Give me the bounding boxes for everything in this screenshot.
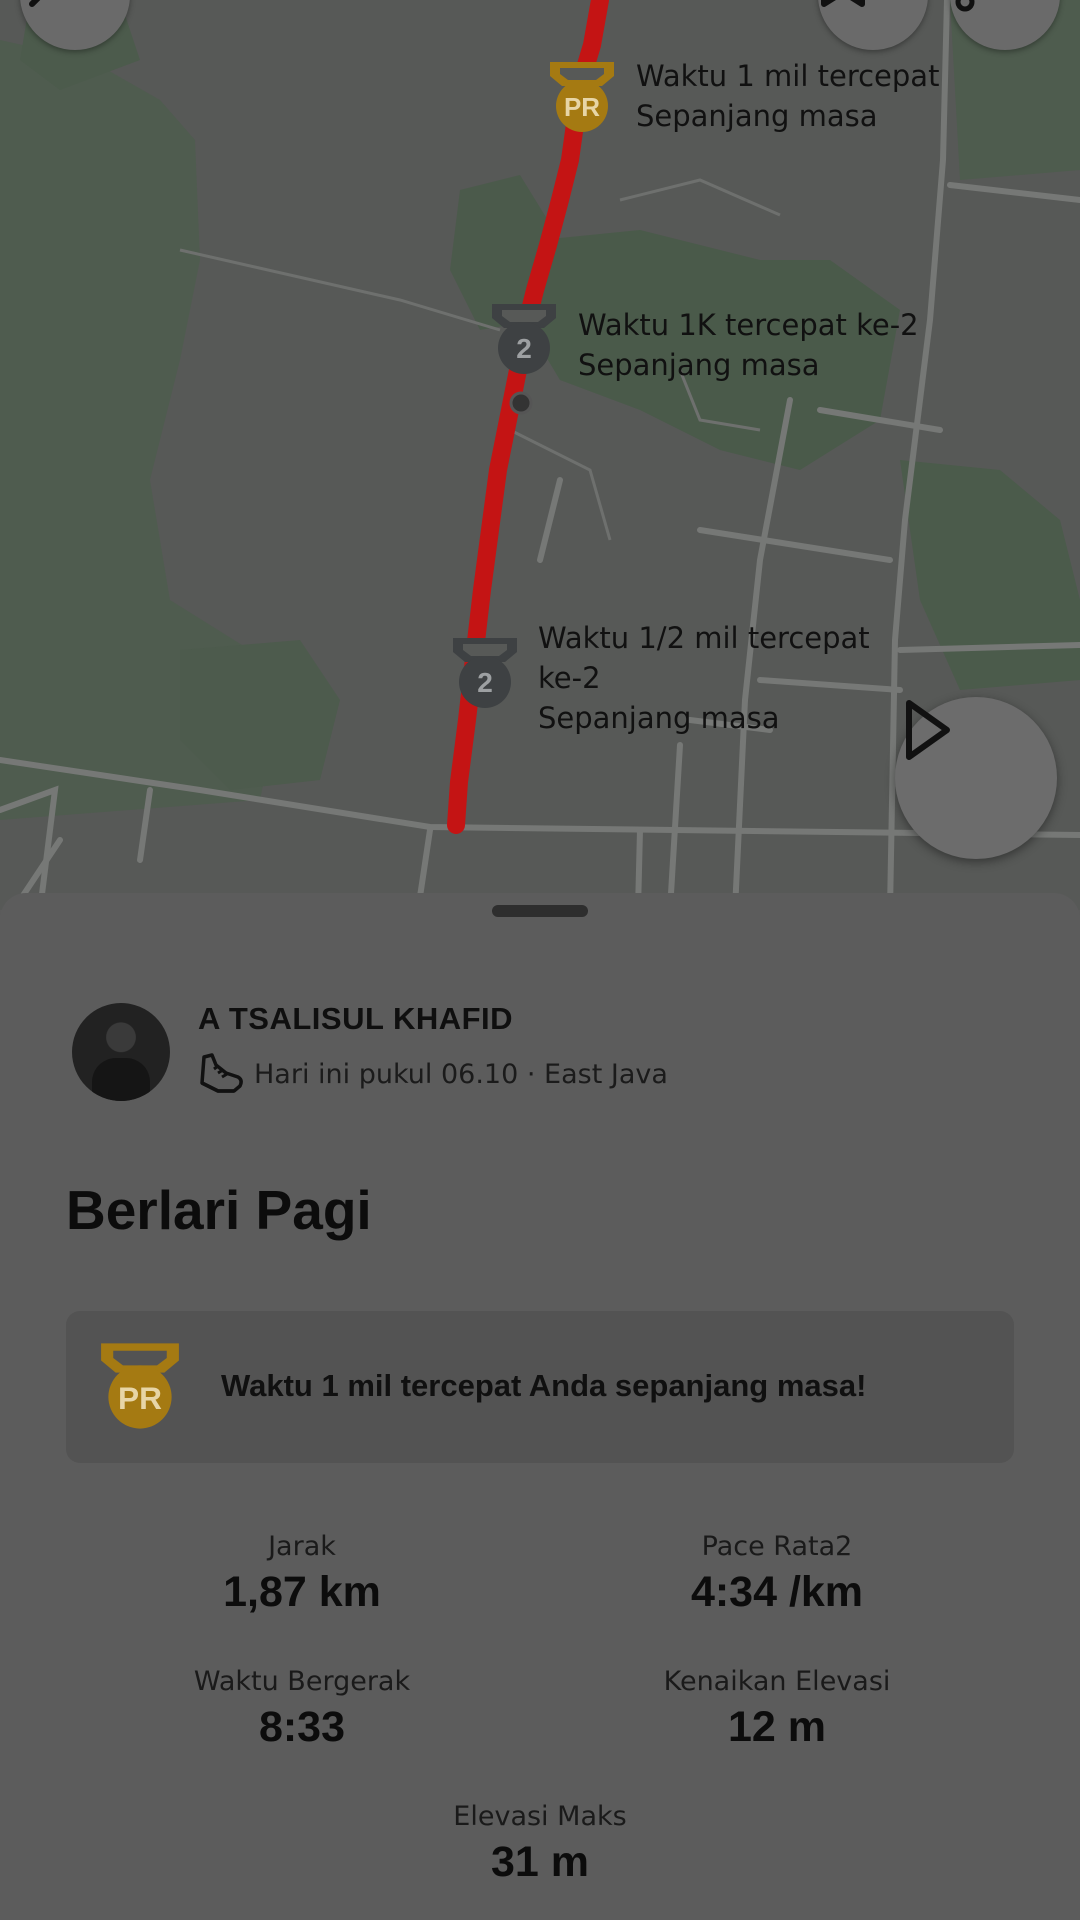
athlete-name[interactable]: A TSALISUL KHAFID: [198, 1001, 513, 1037]
svg-text:PR: PR: [118, 1380, 162, 1416]
activity-time-location: Hari ini pukul 06.10 · East Java: [254, 1058, 668, 1090]
stat-label: Waktu Bergerak: [193, 1666, 411, 1697]
bookmark-icon: [821, 0, 865, 7]
more-options-icon: [955, 0, 975, 12]
avatar[interactable]: [72, 1003, 170, 1101]
stat-value: 8:33: [258, 1703, 346, 1751]
pr-medal-icon: PR: [101, 1343, 179, 1429]
stat-label: Elevasi Maks: [453, 1801, 627, 1832]
rank-2-medal-icon: 2: [453, 638, 517, 708]
marker-label-1k: Waktu 1K tercepat ke-2 Sepanjang masa: [578, 308, 919, 382]
achievement-text: Waktu 1 mil tercepat Anda sepanjang masa…: [221, 1368, 867, 1403]
activity-sheet: A TSALISUL KHAFID Hari ini pukul 06.10 ·…: [0, 893, 1080, 1920]
stat-value: 31 m: [490, 1838, 589, 1886]
activity-title: Berlari Pagi: [66, 1179, 372, 1241]
running-shoe-icon: [200, 1053, 243, 1093]
marker-label-half-mile: Waktu 1/2 mil tercepat ke-2 Sepanjang ma…: [538, 621, 870, 735]
stat-elevation-gain: Kenaikan Elevasi 12 m: [537, 1666, 1017, 1752]
svg-text:PR: PR: [564, 92, 600, 122]
achievement-card[interactable]: PR Waktu 1 mil tercepat Anda sepanjang m…: [66, 1311, 1014, 1463]
pr-medal-icon: PR: [550, 62, 614, 132]
route-map[interactable]: PR Waktu 1 mil tercepat Sepanjang masa 2…: [0, 0, 1080, 910]
stat-label: Pace Rata2: [701, 1531, 853, 1562]
play-icon: [906, 700, 950, 760]
marker-label-mile-pr: Waktu 1 mil tercepat Sepanjang masa: [636, 59, 940, 133]
stat-distance: Jarak 1,87 km: [62, 1531, 542, 1617]
stat-value: 4:34 /km: [690, 1568, 864, 1616]
stat-avg-pace: Pace Rata2 4:34 /km: [537, 1531, 1017, 1617]
stat-label: Jarak: [268, 1531, 336, 1562]
stat-max-elevation: Elevasi Maks 31 m: [300, 1801, 780, 1887]
activity-meta: Hari ini pukul 06.10 · East Java: [198, 1053, 668, 1095]
chevron-left-icon: [29, 0, 41, 7]
rank-2-medal-icon: 2: [492, 304, 556, 374]
stat-label: Kenaikan Elevasi: [663, 1666, 891, 1697]
drag-handle[interactable]: [492, 905, 588, 917]
stat-moving-time: Waktu Bergerak 8:33: [62, 1666, 542, 1752]
svg-text:2: 2: [477, 667, 493, 698]
svg-text:2: 2: [516, 333, 532, 364]
stat-value: 1,87 km: [223, 1568, 381, 1616]
play-flyover-button[interactable]: [895, 697, 1057, 859]
stat-value: 12 m: [727, 1703, 826, 1751]
